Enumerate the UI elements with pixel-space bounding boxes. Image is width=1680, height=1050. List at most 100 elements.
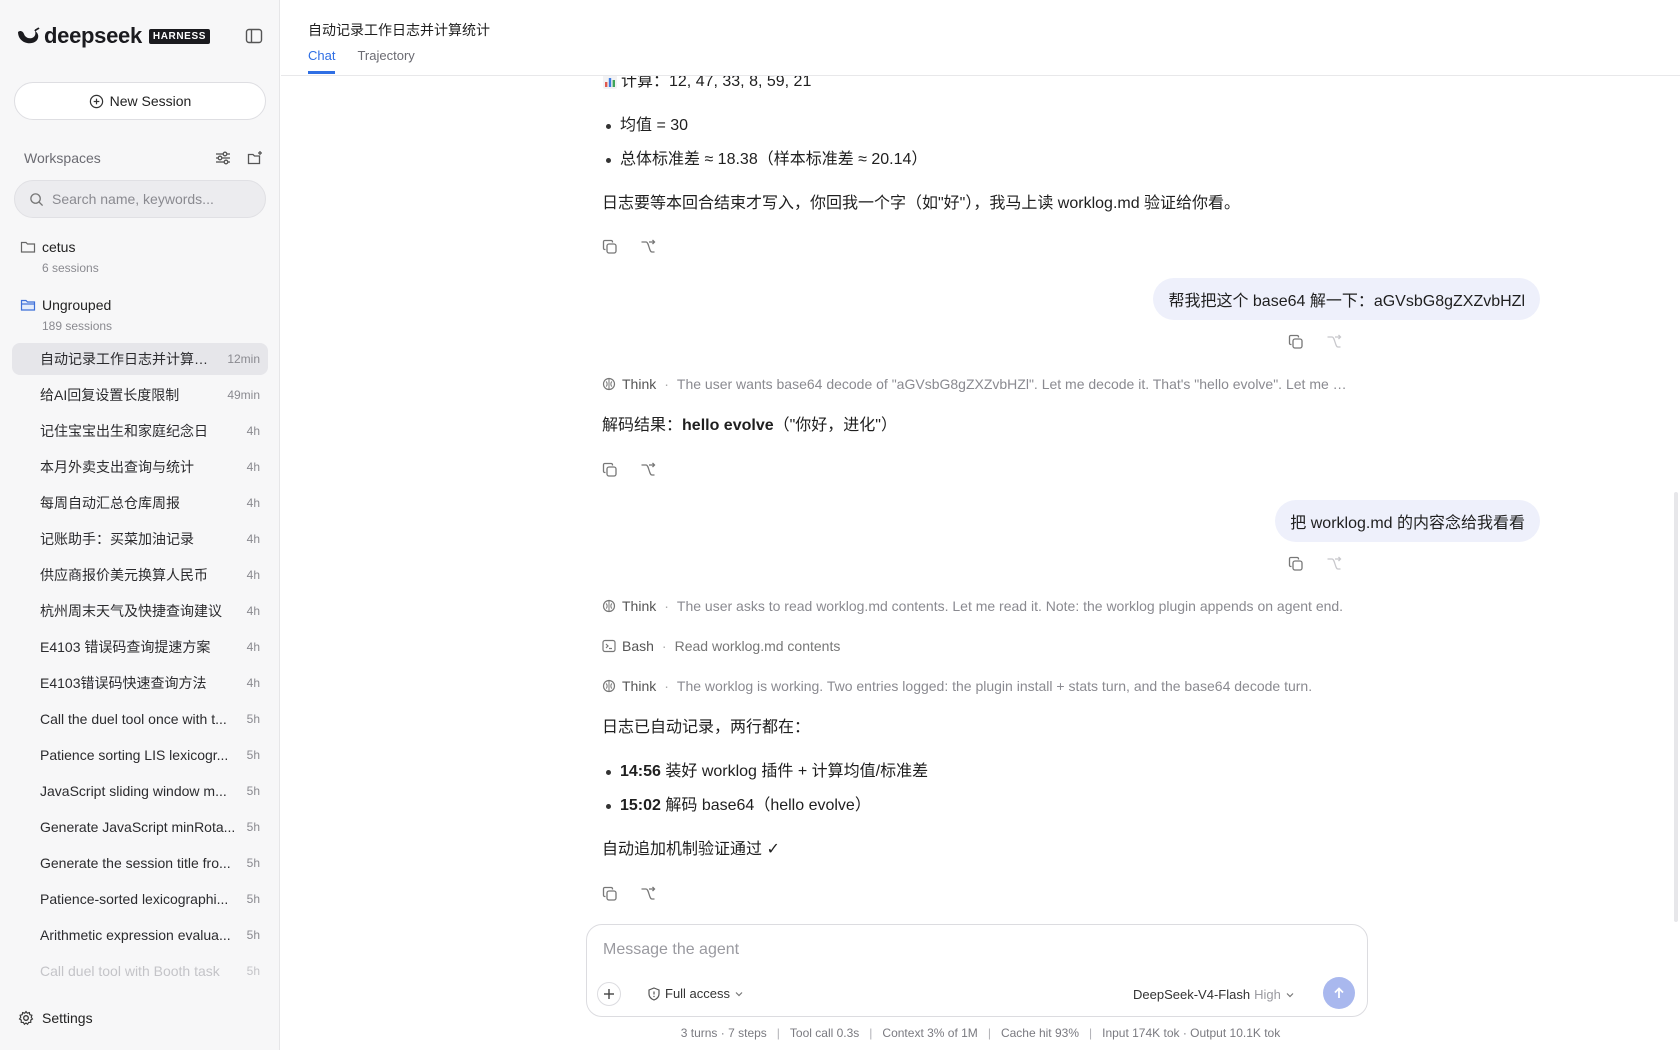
chevron-down-icon xyxy=(735,991,743,996)
bullet-dot xyxy=(606,769,611,775)
session-item[interactable]: 记住宝宝出生和家庭纪念日 4h xyxy=(12,415,268,447)
session-time: 4h xyxy=(246,532,260,546)
stat-text: 均值 = 30 xyxy=(620,117,689,134)
attach-button[interactable] xyxy=(597,982,621,1006)
group-count: 189 sessions xyxy=(42,319,113,333)
think-step[interactable]: Think · The user asks to read worklog.md… xyxy=(602,597,1352,615)
session-item[interactable]: 给AI回复设置长度限制 49min xyxy=(12,379,268,411)
session-item[interactable]: Patience sorting LIS lexicogr... 5h xyxy=(12,739,268,771)
access-dropdown[interactable]: Full access xyxy=(647,986,744,1001)
think-step[interactable]: Think · The user wants base64 decode of … xyxy=(602,375,1352,393)
session-time: 4h xyxy=(246,604,260,618)
sidebar: deepseek HARNESS New Session Workspaces xyxy=(0,0,280,1050)
message-actions xyxy=(602,886,656,902)
bullet-dot xyxy=(606,803,611,809)
chat-transcript: 计算：12, 47, 33, 8, 59, 21 均值 = 30 总体标准差 ≈… xyxy=(281,0,1680,1050)
step-text: The user wants base64 decode of "aGVsbG8… xyxy=(676,376,1352,392)
message-actions xyxy=(602,239,656,255)
send-button[interactable] xyxy=(1323,977,1355,1009)
copy-icon[interactable] xyxy=(1288,556,1304,572)
workspace-group-ungrouped[interactable]: Ungrouped 189 sessions xyxy=(20,295,260,333)
folder-open-icon xyxy=(20,299,36,311)
session-item[interactable]: E4103错误码快速查询方法 4h xyxy=(12,667,268,699)
session-item[interactable]: 记账助手：买菜加油记录 4h xyxy=(12,523,268,555)
session-item[interactable]: Call the duel tool once with t... 5h xyxy=(12,703,268,735)
filter-settings-icon[interactable] xyxy=(214,149,232,167)
bullet-dot xyxy=(606,157,611,163)
separator-dot: · xyxy=(664,598,669,614)
status-turns: 3 turns · 7 steps xyxy=(680,1026,767,1040)
brand[interactable]: deepseek HARNESS xyxy=(16,23,210,48)
session-time: 5h xyxy=(246,784,260,798)
user-message-actions xyxy=(1288,334,1342,350)
status-cache: Cache hit 93% xyxy=(1000,1026,1079,1040)
search-icon xyxy=(30,192,44,206)
terminal-icon xyxy=(602,639,616,653)
new-session-button[interactable]: New Session xyxy=(14,82,266,120)
branch-icon[interactable] xyxy=(1326,334,1342,350)
settings-label: Settings xyxy=(42,1010,93,1026)
new-folder-icon[interactable] xyxy=(246,149,264,167)
session-item[interactable]: 本月外卖支出查询与统计 4h xyxy=(12,451,268,483)
tab-trajectory[interactable]: Trajectory xyxy=(357,48,414,74)
arrow-up-icon xyxy=(1334,987,1344,998)
model-name: DeepSeek-V4-Flash xyxy=(1133,987,1251,1002)
session-item[interactable]: 自动记录工作日志并计算统计 12min xyxy=(12,343,268,375)
copy-icon[interactable] xyxy=(602,462,618,478)
tab-chat[interactable]: Chat xyxy=(308,48,336,74)
copy-icon[interactable] xyxy=(1288,334,1304,350)
session-time: 5h xyxy=(246,748,260,762)
user-message: 把 worklog.md 的内容念给我看看 xyxy=(1275,500,1540,542)
settings-button[interactable]: Settings xyxy=(18,1010,93,1026)
session-item[interactable]: 杭州周末天气及快捷查询建议 4h xyxy=(12,595,268,627)
session-time: 4h xyxy=(246,460,260,474)
session-title: Arithmetic expression evalua... xyxy=(40,927,231,943)
session-item[interactable]: JavaScript sliding window m... 5h xyxy=(12,775,268,807)
message-actions xyxy=(602,462,656,478)
session-item[interactable]: 供应商报价美元换算人民币 4h xyxy=(12,559,268,591)
user-message: 帮我把这个 base64 解一下：aGVsbG8gZXZvbHZl xyxy=(1153,278,1540,320)
branch-icon[interactable] xyxy=(640,886,656,902)
session-time: 5h xyxy=(246,856,260,870)
copy-icon[interactable] xyxy=(602,239,618,255)
session-time: 5h xyxy=(246,964,260,978)
copy-icon[interactable] xyxy=(602,886,618,902)
branch-icon[interactable] xyxy=(640,462,656,478)
separator: | xyxy=(987,1026,991,1040)
think-step[interactable]: Think · The worklog is working. Two entr… xyxy=(602,677,1352,695)
branch-icon[interactable] xyxy=(1326,556,1342,572)
whale-logo-icon xyxy=(18,27,40,44)
session-item[interactable]: E4103 错误码查询提速方案 4h xyxy=(12,631,268,663)
separator: | xyxy=(869,1026,873,1040)
session-item[interactable]: 每周自动汇总仓库周报 4h xyxy=(12,487,268,519)
message-input[interactable] xyxy=(603,941,1343,959)
brand-badge: HARNESS xyxy=(148,28,210,44)
session-item[interactable]: Generate JavaScript minRota... 5h xyxy=(12,811,268,843)
branch-icon[interactable] xyxy=(640,239,656,255)
session-time: 4h xyxy=(246,496,260,510)
scrollbar[interactable] xyxy=(1674,492,1678,922)
workspace-group-cetus[interactable]: cetus 6 sessions xyxy=(20,237,260,275)
session-item[interactable]: Arithmetic expression evalua... 5h xyxy=(12,919,268,951)
session-time: 4h xyxy=(246,424,260,438)
assistant-message: 日志已自动记录，两行都在： xyxy=(602,719,811,736)
session-title: Patience-sorted lexicographi... xyxy=(40,891,229,907)
session-item[interactable]: Call duel tool with Booth task 5h xyxy=(12,955,268,987)
tab-bar: Chat Trajectory xyxy=(308,48,415,74)
session-item[interactable]: Patience-sorted lexicographi... 5h xyxy=(12,883,268,915)
bash-step[interactable]: Bash · Read worklog.md contents xyxy=(602,637,1352,655)
model-selector[interactable]: DeepSeek-V4-Flash High xyxy=(1133,987,1295,1002)
search-input[interactable] xyxy=(52,191,265,207)
session-item[interactable]: Generate the session title fro... 5h xyxy=(12,847,268,879)
session-list: 自动记录工作日志并计算统计 12min 给AI回复设置长度限制 49min 记住宝宝… xyxy=(12,343,268,991)
shield-icon xyxy=(648,986,660,1001)
reasoning-level: High xyxy=(1254,987,1281,1002)
sidebar-toggle-icon[interactable] xyxy=(244,26,264,46)
session-time: 49min xyxy=(227,388,260,402)
assistant-message: 解码结果：hello evolve（"你好，进化"） xyxy=(602,416,897,436)
step-kind: Bash xyxy=(622,638,654,654)
log-text: 装好 worklog 插件 + 计算均值/标准差 xyxy=(665,763,929,780)
separator: | xyxy=(1088,1026,1093,1040)
log-text: 解码 base64（hello evolve） xyxy=(665,797,871,814)
session-title: Generate the session title fro... xyxy=(40,855,231,871)
